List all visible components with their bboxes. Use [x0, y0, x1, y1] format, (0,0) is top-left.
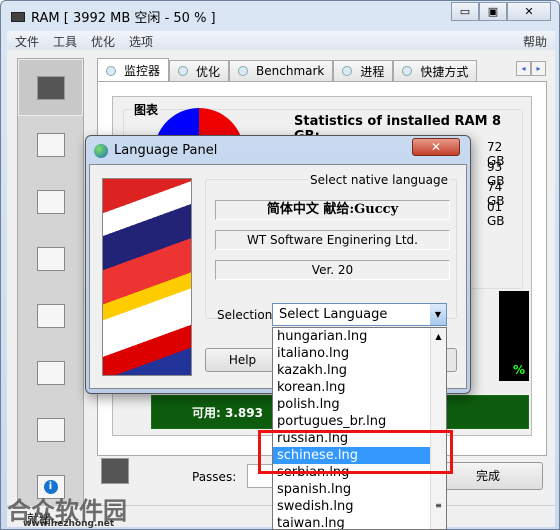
tab-benchmark[interactable]: Benchmark: [229, 60, 334, 81]
dialog-title: Language Panel: [114, 143, 218, 158]
menu-optimize[interactable]: 优化: [91, 33, 115, 49]
option-italiano[interactable]: italiano.lng: [273, 345, 446, 362]
tab-label: 监控器: [124, 64, 161, 78]
watermark-url: www.hezhong.net: [23, 519, 115, 529]
native-language-group: Select native language 简体中文 献给:Guccy WT …: [205, 173, 457, 319]
sidebar: i: [17, 58, 84, 518]
stat-value: 01 GB: [487, 200, 505, 228]
radio-icon: [238, 66, 249, 76]
window-title: RAM [ 3992 MB 空闲 - 50 % ]: [31, 11, 216, 26]
tab-label: 优化: [196, 64, 221, 79]
flags-image: [102, 178, 192, 376]
option-polish[interactable]: polish.lng: [273, 396, 446, 413]
company-field: WT Software Enginering Ltd.: [215, 230, 450, 250]
gauge-percent: %: [512, 363, 525, 377]
sidebar-item-monitor[interactable]: [18, 59, 83, 116]
menu-options[interactable]: 选项: [129, 33, 153, 49]
sidebar-item-tasks[interactable]: [18, 344, 83, 401]
dialog-close-button[interactable]: ✕: [412, 138, 460, 156]
option-hungarian[interactable]: hungarian.lng: [273, 328, 446, 345]
sidebar-item-optimize[interactable]: [18, 116, 83, 173]
radio-icon: [342, 66, 353, 76]
gear-list-icon: [36, 417, 65, 442]
selection-label: Selection:: [217, 308, 277, 322]
menu-tools[interactable]: 工具: [53, 33, 77, 49]
minimize-button[interactable]: ▭: [451, 2, 479, 21]
group-label: Select native language: [308, 173, 450, 187]
version-field: Ver. 20: [215, 260, 450, 280]
shortcut-icon: [36, 303, 65, 328]
language-name-field: 简体中文 献给:Guccy: [215, 200, 450, 220]
tab-processes[interactable]: 进程: [333, 60, 394, 81]
option-kazakh[interactable]: kazakh.lng: [273, 362, 446, 379]
chip-icon: [36, 189, 65, 214]
tab-shortcuts[interactable]: 快捷方式: [393, 60, 478, 81]
highlight-annotation-box: [258, 430, 453, 474]
passes-label: Passes:: [192, 470, 237, 484]
maximize-button[interactable]: ▣: [479, 2, 507, 21]
tab-label: 进程: [360, 64, 385, 79]
option-spanish[interactable]: spanish.lng: [273, 481, 446, 498]
sidebar-item-settings[interactable]: [18, 230, 83, 287]
menu-file[interactable]: 文件: [15, 33, 39, 49]
language-dropdown-list[interactable]: hungarian.lng italiano.lng kazakh.lng ko…: [272, 327, 447, 530]
usage-gauge: %: [499, 291, 529, 381]
sidebar-item-config[interactable]: [18, 401, 83, 458]
title-bar: RAM [ 3992 MB 空闲 - 50 % ]: [11, 7, 216, 26]
menu-bar: 文件 工具 优化 选项 帮助: [7, 31, 555, 50]
checklist-icon: [36, 360, 65, 385]
tab-monitor[interactable]: 监控器: [97, 58, 170, 82]
tab-label: 快捷方式: [420, 64, 469, 79]
dropdown-scrollbar[interactable]: ▲ ≡: [430, 328, 446, 529]
radio-icon: [106, 65, 116, 76]
sidebar-item-shortcut[interactable]: [18, 287, 83, 344]
sidebar-item-memory[interactable]: [18, 173, 83, 230]
list-icon: [36, 132, 65, 157]
tab-scroll-right[interactable]: ▸: [531, 61, 546, 76]
gear-icon: [36, 246, 65, 271]
close-button[interactable]: ✕: [507, 2, 551, 21]
tab-scroll-left[interactable]: ◂: [516, 61, 531, 76]
help-button[interactable]: Help: [205, 348, 280, 372]
chart-icon: [36, 75, 65, 100]
option-taiwan[interactable]: taiwan.lng: [273, 515, 446, 529]
option-korean[interactable]: korean.lng: [273, 379, 446, 396]
menu-help[interactable]: 帮助: [523, 33, 547, 49]
tab-optimize[interactable]: 优化: [169, 60, 230, 81]
select-value: Select Language: [279, 307, 388, 322]
globe-icon: [94, 143, 108, 158]
option-swedish[interactable]: swedish.lng: [273, 498, 446, 515]
option-portugues-br[interactable]: portugues_br.lng: [273, 413, 446, 430]
tab-label: Benchmark: [256, 64, 325, 78]
tab-bar: 监控器 优化 Benchmark 进程 快捷方式: [97, 58, 478, 82]
chevron-down-icon[interactable]: ▼: [430, 304, 446, 325]
chart-icon: [101, 458, 129, 484]
radio-icon: [178, 66, 189, 76]
language-select[interactable]: Select Language ▼: [272, 303, 447, 326]
ram-chip-icon: [11, 11, 25, 22]
radio-icon: [402, 66, 413, 76]
chart-group-label: 图表: [132, 101, 161, 118]
